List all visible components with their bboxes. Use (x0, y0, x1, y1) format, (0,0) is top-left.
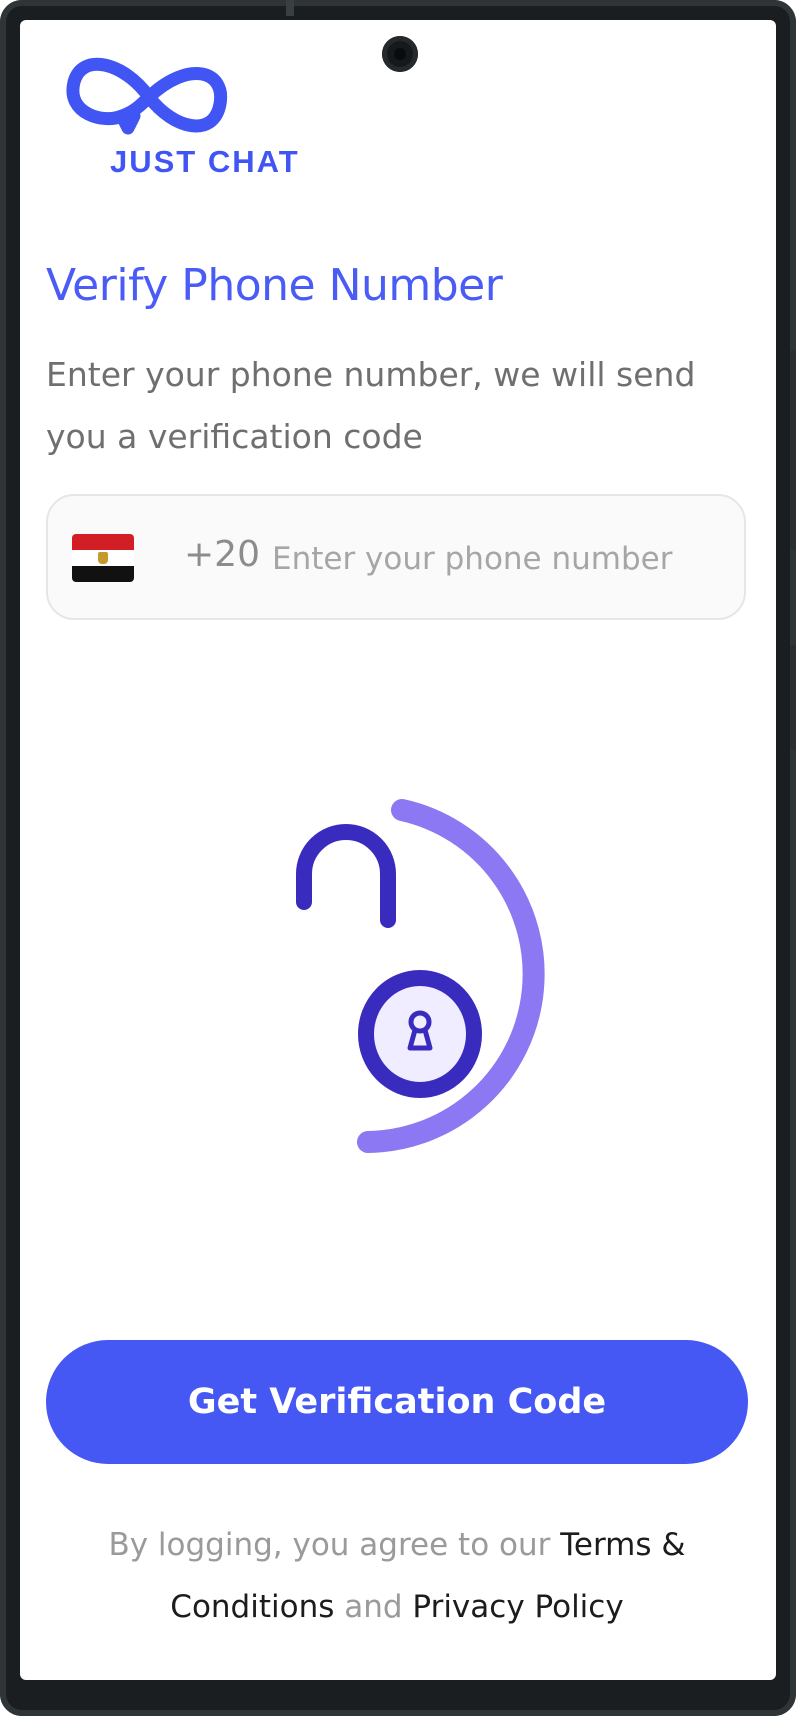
page-title: Verify Phone Number (46, 260, 503, 311)
phone-number-input[interactable] (270, 530, 724, 588)
logo-text: JUST CHAT (110, 144, 300, 179)
app-screen: JUST CHAT Verify Phone Number Enter your… (20, 20, 776, 1680)
power-button (790, 645, 796, 750)
legal-prefix: By logging, you agree to our (108, 1527, 561, 1563)
front-camera (382, 36, 418, 72)
unlocked-padlock-illustration (290, 790, 590, 1190)
frame-antenna-line (286, 0, 294, 16)
egypt-flag-icon[interactable] (72, 534, 134, 582)
privacy-policy-link[interactable]: Privacy Policy (412, 1589, 623, 1625)
volume-button (790, 350, 796, 550)
legal-conjunction: and (334, 1589, 413, 1625)
unlocked-padlock-icon (296, 799, 545, 1153)
phone-number-field[interactable]: +20 (46, 494, 746, 620)
dial-code: +20 (184, 534, 260, 575)
app-logo: JUST CHAT (64, 42, 324, 192)
get-verification-code-button[interactable]: Get Verification Code (46, 1340, 748, 1464)
legal-notice: By logging, you agree to our Terms & Con… (46, 1514, 748, 1638)
phone-frame: JUST CHAT Verify Phone Number Enter your… (0, 0, 796, 1716)
page-subtitle: Enter your phone number, we will send yo… (46, 355, 696, 456)
